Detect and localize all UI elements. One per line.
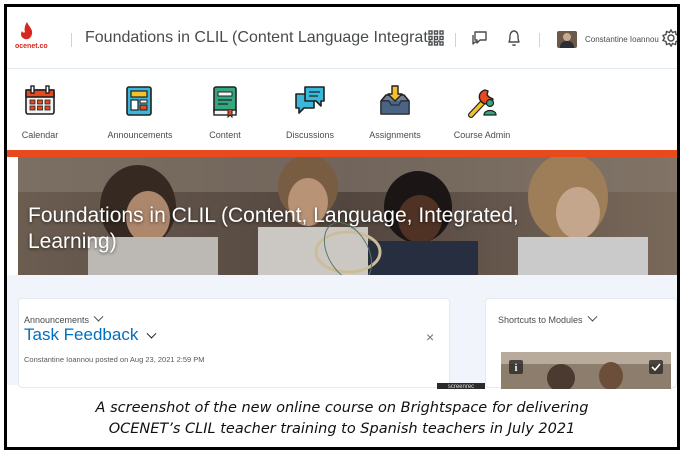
course-banner-image: Foundations in CLIL (Content, Language, …: [18, 157, 677, 275]
top-navbar: ocenet.co Foundations in CLIL (Content L…: [7, 7, 677, 69]
nav-course-admin[interactable]: Course Admin: [437, 70, 527, 150]
notification-bell-icon[interactable]: [503, 27, 525, 49]
nav-calendar[interactable]: Calendar: [7, 70, 85, 150]
wrench-person-icon: [468, 89, 497, 118]
nav-label: Course Admin: [453, 130, 511, 140]
svg-text:i: i: [515, 363, 518, 374]
nav-label: Assignments: [369, 130, 421, 140]
nav-discussions[interactable]: Discussions: [265, 70, 355, 150]
flame-logo-icon: [21, 22, 33, 40]
announcement-title-text[interactable]: Task Feedback: [24, 325, 138, 344]
inbox-download-icon: [380, 85, 410, 115]
accent-bar: [7, 150, 677, 157]
nav-announcements[interactable]: Announcements: [95, 70, 185, 150]
shortcuts-widget-header[interactable]: Shortcuts to Modules: [498, 311, 597, 325]
announcements-widget-header[interactable]: Announcements: [24, 311, 104, 325]
divider: [71, 33, 72, 47]
calendar-icon: [25, 85, 55, 115]
user-name[interactable]: Constantine Ioannou: [585, 35, 659, 44]
nav-label: Content: [209, 130, 241, 140]
banner-title: Foundations in CLIL (Content, Language, …: [28, 204, 519, 253]
widget-title: Announcements: [24, 315, 90, 325]
message-alerts-icon[interactable]: [469, 27, 491, 49]
caption: A screenshot of the new online course on…: [7, 389, 677, 447]
announcements-icon: [126, 86, 152, 116]
nav-label: Discussions: [285, 130, 334, 140]
nav-label: Calendar: [21, 130, 59, 140]
screenshot-frame: ocenet.co Foundations in CLIL (Content L…: [4, 4, 680, 450]
nav-assignments[interactable]: Assignments: [350, 70, 440, 150]
divider: [539, 33, 540, 47]
close-icon[interactable]: ×: [426, 329, 434, 345]
divider: [455, 33, 456, 47]
course-navbar: Calendar Announcements Content Discussio…: [7, 70, 677, 150]
gear-icon[interactable]: [660, 27, 680, 49]
chat-bubbles-icon: [295, 86, 325, 114]
module-thumbnail[interactable]: i: [501, 352, 671, 390]
course-title[interactable]: Foundations in CLIL (Content Language In…: [85, 29, 441, 47]
ocenet-logo[interactable]: ocenet.co: [15, 21, 63, 57]
announcement-title[interactable]: Task Feedback: [24, 325, 157, 345]
caption-line-2: OCENET’s CLIL teacher training to Spanis…: [108, 421, 576, 437]
posted-meta: Constantine Ioannou posted on Aug 23, 20…: [24, 355, 205, 364]
module-photo: i: [501, 352, 671, 390]
avatar[interactable]: [557, 31, 577, 48]
nav-content[interactable]: Content: [180, 70, 270, 150]
widget-title: Shortcuts to Modules: [498, 315, 583, 325]
announcements-widget: Announcements Task Feedback × Constantin…: [18, 298, 450, 388]
nav-label: Announcements: [107, 130, 173, 140]
course-selector-grid-icon[interactable]: [425, 27, 447, 49]
logo-text: ocenet.co: [15, 43, 48, 50]
chevron-down-icon[interactable]: [587, 311, 597, 322]
chevron-down-icon[interactable]: [93, 311, 104, 322]
book-icon: [213, 86, 237, 118]
chevron-down-icon[interactable]: [146, 328, 157, 339]
caption-line-1: A screenshot of the new online course on…: [95, 400, 589, 416]
